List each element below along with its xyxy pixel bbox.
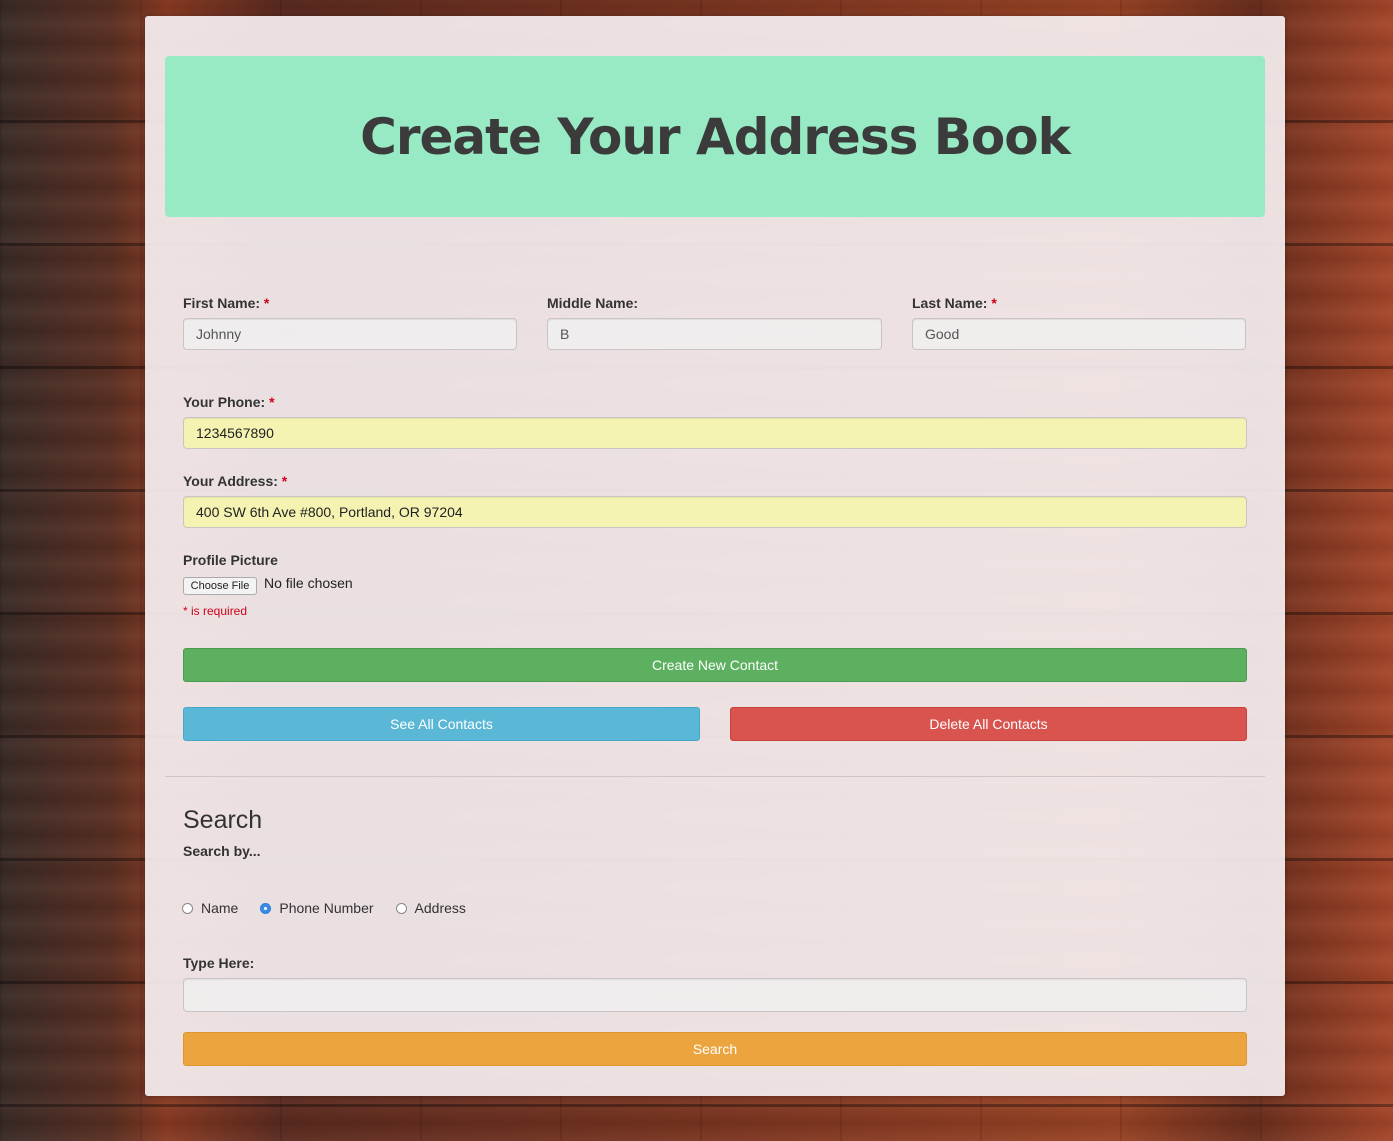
address-book-panel: Create Your Address Book First Name: * J… [145,16,1285,1096]
search-options: Name Phone Number Address [182,900,488,916]
required-marker: * [263,295,270,311]
file-status: No file chosen [264,575,353,591]
radio-option-name[interactable]: Name [182,900,238,916]
choose-file-button[interactable]: Choose File [183,577,257,595]
first-name-field[interactable]: Johnny [183,318,517,350]
address-label-text: Your Address: [183,473,278,489]
radio-label: Name [201,900,239,916]
radio-option-phone[interactable]: Phone Number [260,900,374,916]
middle-name-label-text: Middle Name: [547,295,639,311]
radio-label: Address [414,900,466,916]
profile-picture-label: Profile Picture [183,552,278,568]
radio-button[interactable] [395,902,407,914]
address-field[interactable]: 400 SW 6th Ave #800, Portland, OR 97204 [183,496,1247,528]
required-note: * is required [183,604,248,618]
last-name-label-text: Last Name: [912,295,988,311]
page-title: Create Your Address Book [360,107,1071,166]
last-name-field[interactable]: Good [912,318,1246,350]
required-marker: * [281,473,288,489]
address-label: Your Address: * [183,473,287,489]
create-contact-button[interactable]: Create New Contact [183,648,1247,682]
middle-name-field[interactable]: B [547,318,882,350]
radio-label: Phone Number [279,900,374,916]
type-here-label: Type Here: [183,955,255,971]
section-divider [165,776,1265,777]
radio-option-address[interactable]: Address [395,900,466,916]
required-marker: * [991,295,997,311]
required-marker: * [269,394,275,410]
last-name-label: Last Name: * [912,295,997,311]
see-all-contacts-button[interactable]: See All Contacts [183,707,700,741]
first-name-label: First Name: * [183,295,269,311]
phone-field[interactable]: 1234567890 [183,417,1247,449]
search-button[interactable]: Search [183,1032,1247,1066]
radio-button[interactable] [182,902,193,914]
header-banner: Create Your Address Book [165,56,1265,217]
first-name-label-text: First Name: [183,295,261,311]
search-heading: Search [183,806,263,834]
phone-label-text: Your Phone: [183,394,266,410]
middle-name-label: Middle Name: [547,295,638,311]
search-input[interactable] [183,978,1247,1012]
delete-all-contacts-button[interactable]: Delete All Contacts [730,707,1247,741]
search-by-label: Search by... [183,843,261,859]
phone-label: Your Phone: * [183,394,275,410]
radio-button-selected[interactable] [260,902,272,914]
